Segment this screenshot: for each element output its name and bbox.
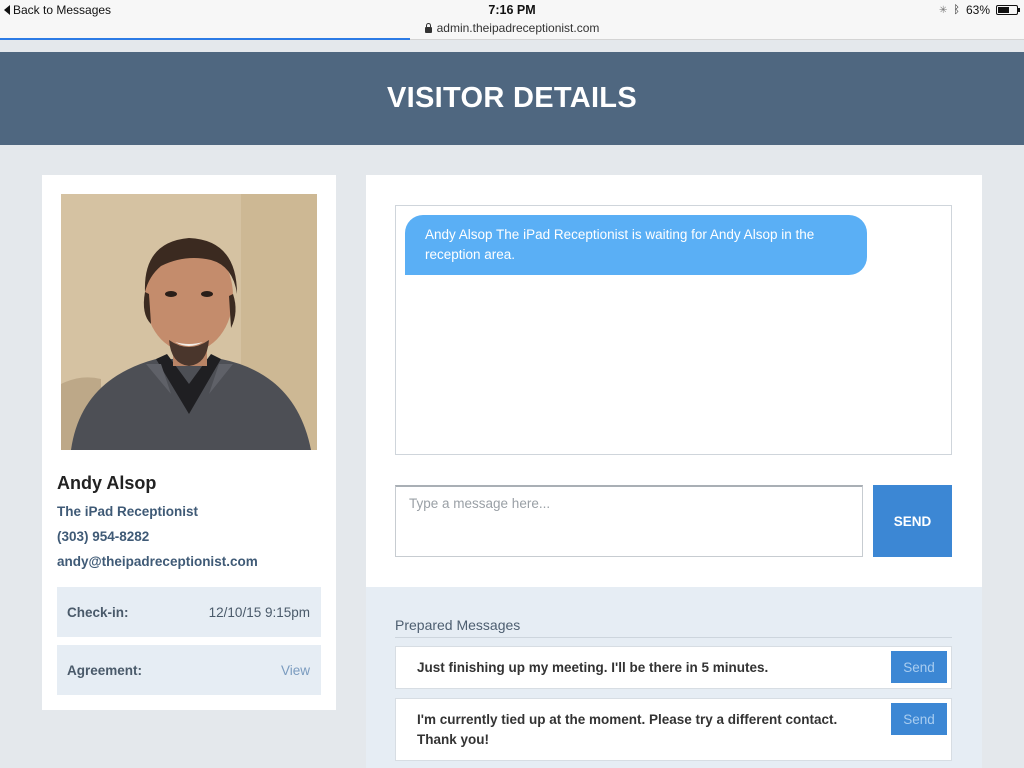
status-bar: Back to Messages 7:16 PM ✳ ᛒ 63% [0,0,1024,20]
activity-icon: ✳ [938,4,948,16]
visitor-company: The iPad Receptionist [57,504,199,519]
chat-history[interactable]: Andy Alsop The iPad Receptionist is wait… [395,205,952,455]
page-title: VISITOR DETAILS [387,82,637,114]
prepared-message-text: I'm currently tied up at the moment. Ple… [417,712,838,747]
prepared-message-text: Just finishing up my meeting. I'll be th… [417,660,769,675]
visitor-phone[interactable]: (303) 954-8282 [57,529,149,544]
bluetooth-icon: ᛒ [953,4,960,16]
agreement-row: Agreement: View [57,645,321,695]
lock-icon [424,23,432,33]
url-text: admin.theipadreceptionist.com [436,21,600,35]
prepared-messages-panel: Prepared Messages Just finishing up my m… [366,587,982,768]
checkin-value: 12/10/15 9:15pm [208,604,310,620]
battery-icon [996,5,1020,15]
prepared-send-button[interactable]: Send [891,703,947,735]
visitor-photo [61,194,317,450]
chat-message: Andy Alsop The iPad Receptionist is wait… [405,215,867,275]
message-input[interactable] [395,485,863,557]
system-indicators: ✳ ᛒ 63% [938,3,1020,17]
url-display[interactable]: admin.theipadreceptionist.com [0,21,1024,35]
checkin-row: Check-in: 12/10/15 9:15pm [57,587,321,637]
chat-panel: Andy Alsop The iPad Receptionist is wait… [366,175,982,587]
divider [395,637,952,638]
page-load-progress [0,38,410,40]
visitor-name: Andy Alsop [57,473,157,493]
checkin-label: Check-in: [67,604,129,620]
battery-text: 63% [965,3,990,17]
prepared-send-button[interactable]: Send [891,651,947,683]
agreement-label: Agreement: [67,662,143,678]
clock: 7:16 PM [488,3,536,17]
visitor-photo-illustration [61,194,317,450]
send-button[interactable]: SEND [873,485,952,557]
battery-fill [998,7,1009,13]
prepared-messages-title: Prepared Messages [395,617,521,633]
prepared-message-item[interactable]: I'm currently tied up at the moment. Ple… [395,698,952,761]
page-header: VISITOR DETAILS [0,52,1024,145]
agreement-view-link[interactable]: View [281,663,310,678]
prepared-message-item[interactable]: Just finishing up my meeting. I'll be th… [395,646,952,689]
url-bar[interactable]: admin.theipadreceptionist.com [0,20,1024,40]
visitor-card: Andy Alsop The iPad Receptionist (303) 9… [42,175,336,710]
visitor-email[interactable]: andy@theipadreceptionist.com [57,554,258,569]
